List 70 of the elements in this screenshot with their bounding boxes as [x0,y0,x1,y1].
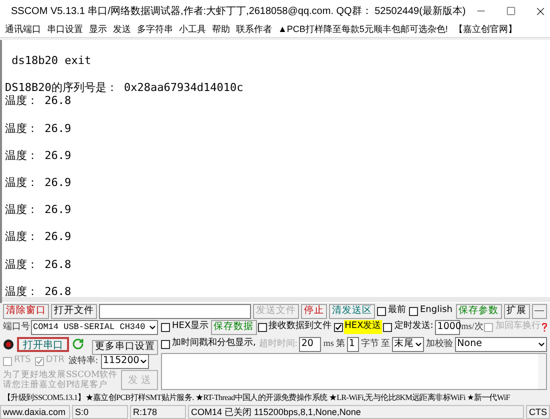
byte-end-select[interactable]: 末尾 [392,336,424,352]
more-port-settings-button[interactable]: 更多串口设置 [92,340,158,355]
status-bar-cell: COM14 已关闭 115200bps,8,1,None,None [188,405,524,419]
byte-to-label: 字节 至 [360,337,390,350]
checkmark-icon [36,358,43,364]
terminal-line: ds18b20 exit [10,54,92,68]
menu-item[interactable]: 显示 [89,22,107,36]
receive-to-file-checkbox[interactable]: 接收数据到文件 [258,320,333,334]
terminal-line: 温度： 26.9 [5,230,72,244]
timeout-label: 超时时间: [258,337,298,350]
terminal-line: 温度： 26.9 [5,176,72,190]
menu-item[interactable]: 发送 [113,22,131,36]
hex-display-checkbox[interactable]: HEX显示 [161,320,210,334]
port-select[interactable]: COM14 USB-SERIAL CH340 [31,320,158,334]
baud-rate-select[interactable]: 115200 [101,354,150,368]
notice-text: 请您注册嘉立创P结尾客户 [3,380,109,390]
timeout-unit-label: ms [323,337,334,350]
interval-field[interactable]: 1000 [435,320,460,334]
terminal-line: 温度： 26.9 [5,122,72,136]
clear-send-button[interactable]: 清发送区 [329,304,375,318]
menu-item[interactable]: ▲PCB打样降至每款5元顺丰包邮可选杂色! [278,22,448,36]
terminal-line: 温度： 26.8 [5,258,72,272]
clear-window-button[interactable]: 清除窗口 [3,304,49,318]
terminal-line: 温度： 26.8 [5,284,72,297]
timeout-field[interactable]: 20 [299,336,322,352]
vertical-scrollbar[interactable] [538,354,546,389]
help-icon[interactable] [542,322,548,332]
checksum-label: 加校验 [426,337,454,350]
topmost-checkbox[interactable]: 最前 [377,304,407,318]
checkmark-icon [334,324,342,330]
marquee-text: 【升级到SSCOM5.13.1】★嘉立创PCB打样SMT贴片服务. ★RT-Thread中国人的开源免费操作系统 ★LR-WiFi,无与伦比8KM远距离非标WiFi ★新一代WiF [3,392,510,404]
menu-item[interactable]: 通讯端口 [5,22,41,36]
port-label: 端口号 [3,320,30,334]
menu-item[interactable]: 联系作者 [236,22,272,36]
open-port-button[interactable]: 打开串口 [17,336,69,352]
expand-button[interactable]: 扩展 [504,304,530,318]
status-bar-cell: S:0 [72,405,128,419]
status-light-icon [3,338,14,350]
menu-item[interactable]: 【嘉立创官网】 [454,22,517,36]
terminal-line: 温度： 26.8 [5,94,72,108]
status-bar-cell: R:178 [130,405,186,419]
window-title: SSCOM V5.13.1 串口/网络数据调试器,作者:大虾丁丁,2618058@qq.com. QQ群： 52502449(最新版本) [11,4,466,18]
baud-rate-label: 波特率: [68,354,98,368]
status-bar-cell: www.daxia.com [0,405,70,419]
menu-item[interactable]: 串口设置 [47,22,83,36]
terminal-line: 温度： 26.9 [5,203,72,217]
timestamp-checkbox[interactable]: 加时间戳和分包显示, [161,336,257,352]
refresh-icon[interactable] [72,338,84,350]
save-params-button[interactable]: 保存参数 [456,304,502,318]
interval-unit-label: ms/次 [461,320,484,334]
horizontal-scrollbar[interactable] [2,297,550,302]
send-text-area[interactable] [161,353,547,390]
menu-item[interactable]: 小工具 [179,22,206,36]
timed-send-checkbox[interactable]: 定时发送: [383,320,434,334]
stop-button[interactable]: 停止 [301,304,327,318]
menu-item[interactable]: 帮助 [212,22,230,36]
checksum-select[interactable]: None [455,336,547,352]
byte-from-label: 第 [336,337,345,350]
menu-item[interactable]: 多字符串 [137,22,173,36]
terminal-line: 温度： 26.9 [5,148,72,162]
english-checkbox[interactable]: English [409,304,454,318]
file-path-field[interactable] [99,304,251,318]
status-bar-cell: CTS [526,405,550,419]
open-file-button[interactable]: 打开文件 [51,304,97,318]
collapse-button[interactable]: — [532,304,547,318]
notice-text: 为了更好地发展SSCOM软件 [3,370,118,380]
byte-from-field[interactable]: 1 [346,336,359,352]
save-data-button[interactable]: 保存数据 [210,320,257,334]
maximize-icon [506,6,516,16]
terminal-line: DS18B20的序列号是： 0x28aa67934d14010c [5,80,244,94]
